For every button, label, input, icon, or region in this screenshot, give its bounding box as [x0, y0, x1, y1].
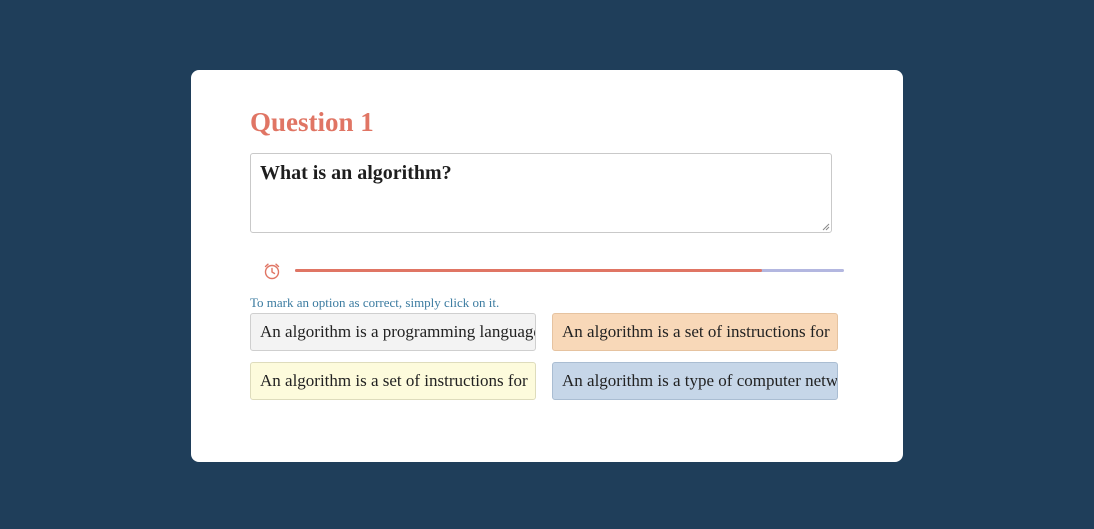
timer-progress-track [295, 269, 844, 272]
answer-option-1[interactable]: An algorithm is a programming language [250, 313, 536, 351]
timer-progress-fill [295, 269, 762, 272]
question-title: Question 1 [250, 107, 374, 137]
question-text-field[interactable]: What is an algorithm? [250, 153, 832, 233]
answer-option-2[interactable]: An algorithm is a set of instructions fo… [552, 313, 838, 351]
answer-option-4[interactable]: An algorithm is a type of computer netwo… [552, 362, 838, 400]
alarm-clock-icon [264, 263, 280, 280]
instruction-hint: To mark an option as correct, simply cli… [250, 295, 500, 310]
resize-handle-icon[interactable] [822, 223, 830, 231]
answer-option-3[interactable]: An algorithm is a set of instructions fo… [250, 362, 536, 400]
question-text: What is an algorithm? [260, 162, 452, 184]
question-card: Question 1 What is an algorithm? To mark… [191, 70, 903, 462]
timer-row [250, 260, 846, 282]
